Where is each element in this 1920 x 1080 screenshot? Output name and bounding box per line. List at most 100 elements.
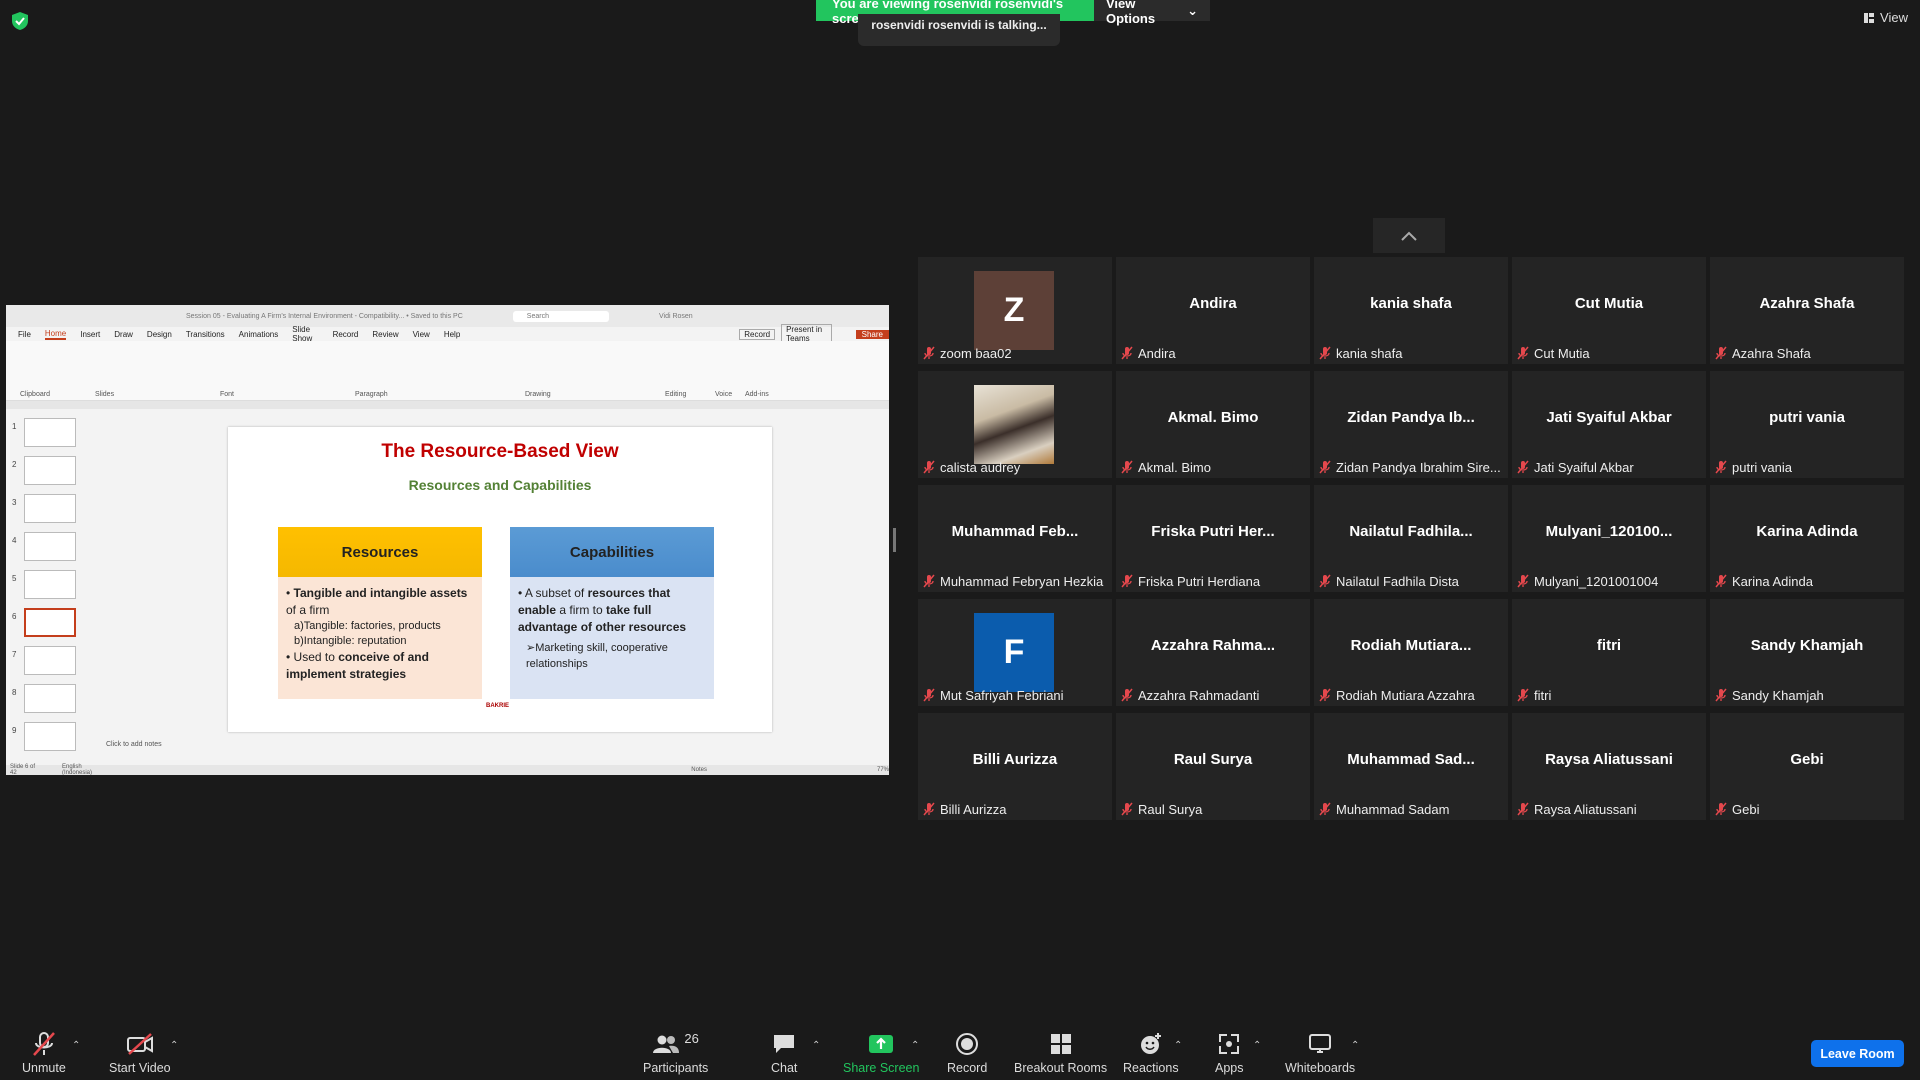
participant-display-name: Muhammad Feb...: [951, 523, 1079, 540]
group-font: Font: [220, 391, 235, 398]
participant-name: Mulyani_1201001004: [1534, 574, 1659, 589]
muted-mic-icon: [1517, 802, 1529, 816]
shared-screen[interactable]: Session 05 - Evaluating A Firm's Interna…: [6, 305, 889, 775]
menu-help: Help: [443, 329, 461, 339]
video-off-icon: [126, 1033, 153, 1055]
participant-tile[interactable]: Rodiah Mutiara... Rodiah Mutiara Azzahra: [1314, 599, 1508, 706]
participant-display-name: Zidan Pandya Ib...: [1347, 409, 1475, 426]
muted-mic-icon: [1715, 460, 1727, 474]
participant-name: Karina Adinda: [1732, 574, 1813, 589]
participant-tile[interactable]: Sandy Khamjah Sandy Khamjah: [1710, 599, 1904, 706]
participant-tile[interactable]: Billi Aurizza Billi Aurizza: [918, 713, 1112, 820]
slide-thumbnail: [24, 532, 76, 561]
participant-display-name: Nailatul Fadhila...: [1349, 523, 1473, 540]
participant-name: Rodiah Mutiara Azzahra: [1336, 688, 1475, 703]
participant-tile[interactable]: Friska Putri Her... Friska Putri Herdiana: [1116, 485, 1310, 592]
breakout-rooms-button[interactable]: Breakout Rooms: [1014, 1032, 1107, 1075]
video-options-chevron-icon[interactable]: ⌃: [170, 1040, 178, 1051]
participant-tile[interactable]: fitri fitri: [1512, 599, 1706, 706]
participant-tile[interactable]: Zidan Pandya Ib... Zidan Pandya Ibrahim S…: [1314, 371, 1508, 478]
group-clipboard: Clipboard: [20, 391, 50, 398]
participant-display-name: Billi Aurizza: [972, 751, 1058, 768]
participant-tile[interactable]: Muhammad Sad... Muhammad Sadam: [1314, 713, 1508, 820]
participant-tile[interactable]: Jati Syaiful Akbar Jati Syaiful Akbar: [1512, 371, 1706, 478]
thumb-number: 4: [12, 536, 17, 545]
participant-tile[interactable]: kania shafa kania shafa: [1314, 257, 1508, 364]
participant-display-name: Andira: [1189, 295, 1237, 312]
group-voice: Voice: [715, 391, 733, 398]
thumb-number: 7: [12, 650, 17, 659]
slide-canvas: The Resource-Based View Resources and Ca…: [228, 427, 772, 732]
chat-button[interactable]: Chat: [771, 1032, 797, 1075]
share-screen-button[interactable]: Share Screen: [843, 1032, 919, 1075]
unmute-button[interactable]: Unmute: [22, 1032, 66, 1075]
whiteboards-chevron-icon[interactable]: ⌃: [1351, 1040, 1359, 1051]
participant-tile[interactable]: Zzoom baa02: [918, 257, 1112, 364]
participant-display-name: Friska Putri Her...: [1151, 523, 1275, 540]
leave-room-button[interactable]: Leave Room: [1811, 1040, 1904, 1067]
participant-tile[interactable]: Cut Mutia Cut Mutia: [1512, 257, 1706, 364]
participant-tile[interactable]: Nailatul Fadhila... Nailatul Fadhila Dist…: [1314, 485, 1508, 592]
capabilities-box: Capabilities • A subset of resources tha…: [510, 527, 714, 699]
slide-thumbnail: [24, 722, 76, 751]
thumb-number: 6: [12, 612, 17, 621]
participant-tile[interactable]: Azahra Shafa Azahra Shafa: [1710, 257, 1904, 364]
reactions-label: Reactions: [1123, 1061, 1179, 1075]
participant-tile[interactable]: F Mut Safriyah Febriani: [918, 599, 1112, 706]
audio-options-chevron-icon[interactable]: ⌃: [72, 1040, 80, 1051]
ruler: [6, 401, 889, 409]
slide-thumbnail: [24, 494, 76, 523]
apps-chevron-icon[interactable]: ⌃: [1253, 1040, 1261, 1051]
whiteboards-button[interactable]: Whiteboards: [1285, 1032, 1355, 1075]
participant-tile[interactable]: Akmal. Bimo Akmal. Bimo: [1116, 371, 1310, 478]
participant-name: kania shafa: [1336, 346, 1403, 361]
chat-options-chevron-icon[interactable]: ⌃: [812, 1040, 820, 1051]
participant-tile[interactable]: calista audrey: [918, 371, 1112, 478]
muted-mic-icon: [1319, 460, 1331, 474]
share-options-chevron-icon[interactable]: ⌃: [911, 1040, 919, 1051]
thumb-number: 9: [12, 726, 17, 735]
res-intangible: b)Intangible: reputation: [294, 634, 407, 647]
participant-tile[interactable]: Muhammad Feb... Muhammad Febryan Hezkia: [918, 485, 1112, 592]
capabilities-heading: Capabilities: [510, 527, 714, 577]
group-slides: Slides: [95, 391, 115, 398]
participant-display-name: Muhammad Sad...: [1347, 751, 1475, 768]
record-button[interactable]: Record: [947, 1032, 987, 1075]
reactions-button[interactable]: Reactions: [1123, 1032, 1179, 1075]
participant-name: calista audrey: [940, 460, 1021, 475]
participant-name: Jati Syaiful Akbar: [1534, 460, 1634, 475]
participant-tile[interactable]: Andira Andira: [1116, 257, 1310, 364]
collapse-gallery-button[interactable]: [1373, 218, 1445, 253]
chat-icon: [774, 1035, 795, 1053]
menu-draw: Draw: [114, 329, 133, 339]
smiley-icon: [1140, 1033, 1161, 1054]
unmute-label: Unmute: [22, 1061, 66, 1075]
whiteboards-label: Whiteboards: [1285, 1061, 1356, 1075]
participant-tile[interactable]: putri vania putri vania: [1710, 371, 1904, 478]
view-options-button[interactable]: View Options ⌄: [1094, 0, 1210, 26]
muted-mic-icon: [923, 574, 935, 588]
participant-tile[interactable]: Mulyani_120100... Mulyani_1201001004: [1512, 485, 1706, 592]
muted-mic-icon: [1715, 574, 1727, 588]
reactions-chevron-icon[interactable]: ⌃: [1174, 1040, 1182, 1051]
participant-name: Azahra Shafa: [1732, 346, 1811, 361]
participant-tile[interactable]: Raysa Aliatussani Raysa Aliatussani: [1512, 713, 1706, 820]
security-shield-icon[interactable]: [12, 12, 28, 30]
view-label: View: [1880, 10, 1908, 25]
apps-button[interactable]: Apps: [1215, 1032, 1244, 1075]
participant-display-name: Cut Mutia: [1574, 295, 1644, 312]
participant-tile[interactable]: Karina Adinda Karina Adinda: [1710, 485, 1904, 592]
muted-mic-icon: [923, 460, 935, 474]
split-handle[interactable]: [893, 528, 896, 552]
share-screen-icon: [869, 1035, 894, 1053]
status-lang: English (Indonesia): [62, 764, 93, 775]
participant-display-name: Azahra Shafa: [1759, 295, 1855, 312]
view-button[interactable]: View: [1864, 10, 1908, 25]
participants-button[interactable]: 26 Participants: [643, 1031, 708, 1076]
start-video-button[interactable]: Start Video: [109, 1032, 171, 1075]
participant-tile[interactable]: Raul Surya Raul Surya: [1116, 713, 1310, 820]
participant-tile[interactable]: Gebi Gebi: [1710, 713, 1904, 820]
muted-mic-icon: [1715, 688, 1727, 702]
participant-tile[interactable]: Azzahra Rahma... Azzahra Rahmadanti: [1116, 599, 1310, 706]
participant-name: Billi Aurizza: [940, 802, 1007, 817]
